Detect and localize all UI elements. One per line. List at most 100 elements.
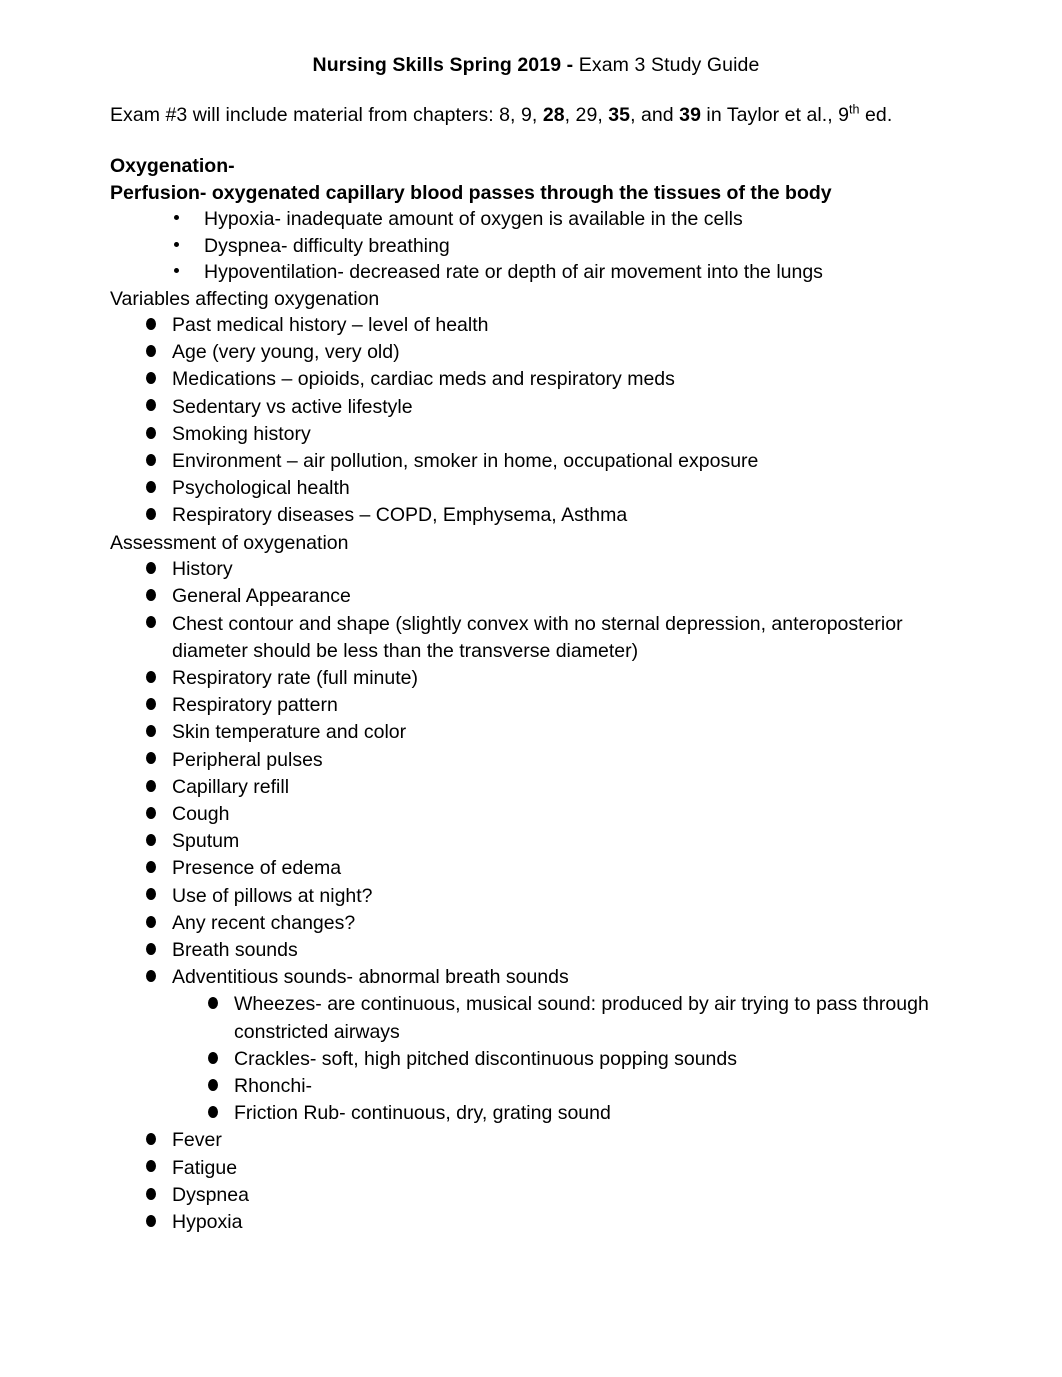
list-item-label: Use of pillows at night? bbox=[172, 884, 373, 907]
list-item-label: Hypoventilation- decreased rate or depth… bbox=[204, 261, 823, 283]
list-item: Respiratory diseases – COPD, Emphysema, … bbox=[110, 502, 962, 529]
list-item: Dyspnea- difficulty breathing bbox=[110, 233, 962, 260]
list-item-label: Peripheral pulses bbox=[172, 748, 323, 771]
list-item-label: Adventitious sounds- abnormal breath sou… bbox=[172, 966, 569, 989]
list-item: Respiratory rate (full minute) bbox=[110, 665, 962, 692]
round-bullet-icon bbox=[146, 1182, 156, 1209]
list-item-label: Environment – air pollution, smoker in h… bbox=[172, 450, 759, 473]
round-bullet-icon bbox=[208, 1073, 218, 1100]
list-item-label: Dyspnea- difficulty breathing bbox=[204, 234, 450, 257]
list-item-label: History bbox=[172, 558, 233, 581]
list-item-label: Breath sounds bbox=[172, 938, 298, 961]
list-item-label: Rhonchi- bbox=[234, 1074, 313, 1097]
list-item-label: Presence of edema bbox=[172, 857, 342, 880]
title-subject: Exam 3 Study Guide bbox=[578, 54, 760, 76]
list-item-label: General Appearance bbox=[172, 585, 351, 608]
list-item-label: Cough bbox=[172, 802, 230, 825]
heading-assessment: Assessment of oxygenation bbox=[110, 531, 349, 554]
round-bullet-icon bbox=[146, 475, 156, 502]
dot-bullet-icon bbox=[174, 233, 188, 260]
round-bullet-icon bbox=[146, 883, 156, 910]
round-bullet-icon bbox=[208, 1100, 218, 1127]
round-bullet-icon bbox=[146, 828, 156, 855]
page-title: Nursing Skills Spring 2019 - Exam 3 Stud… bbox=[110, 52, 962, 78]
list-item-label: Fever bbox=[172, 1129, 222, 1152]
title-course: Nursing Skills Spring 2019 - bbox=[312, 54, 579, 76]
round-bullet-icon bbox=[146, 801, 156, 828]
list-item-label: Friction Rub- continuous, dry, grating s… bbox=[234, 1102, 611, 1125]
list-item-label: Past medical history – level of health bbox=[172, 314, 489, 336]
variables-list: Past medical history – level of health A… bbox=[110, 312, 962, 530]
round-bullet-icon bbox=[208, 1046, 218, 1073]
round-bullet-icon bbox=[146, 312, 156, 339]
list-item: Capillary refill bbox=[110, 774, 962, 801]
list-item: Use of pillows at night? bbox=[110, 883, 962, 910]
round-bullet-icon bbox=[146, 1127, 156, 1154]
list-item-label: Chest contour and shape (slightly convex… bbox=[172, 612, 903, 662]
list-item-label: Hypoxia bbox=[172, 1211, 243, 1233]
list-item: Respiratory pattern bbox=[110, 692, 962, 719]
list-item: Hypoventilation- decreased rate or depth… bbox=[110, 259, 962, 286]
list-item: Presence of edema bbox=[110, 855, 962, 882]
definition-list: Hypoxia- inadequate amount of oxygen is … bbox=[110, 206, 962, 286]
adventitious-sounds-list: Wheezes- are continuous, musical sound: … bbox=[110, 991, 962, 1127]
symptoms-list: Fever Fatigue Dyspnea Hypoxia bbox=[110, 1127, 962, 1236]
round-bullet-icon bbox=[146, 421, 156, 448]
intro-part3: , and bbox=[630, 104, 680, 126]
round-bullet-icon bbox=[146, 855, 156, 882]
list-item: Sputum bbox=[110, 828, 962, 855]
round-bullet-icon bbox=[146, 937, 156, 964]
round-bullet-icon bbox=[146, 366, 156, 393]
list-item: Medications – opioids, cardiac meds and … bbox=[110, 366, 962, 393]
round-bullet-icon bbox=[146, 665, 156, 692]
list-item-label: Smoking history bbox=[172, 422, 311, 445]
list-item: Breath sounds bbox=[110, 937, 962, 964]
list-item: Friction Rub- continuous, dry, grating s… bbox=[110, 1100, 962, 1127]
round-bullet-icon bbox=[146, 1209, 156, 1236]
chapter-39: 39 bbox=[679, 104, 701, 126]
round-bullet-icon bbox=[146, 339, 156, 366]
edition-superscript: th bbox=[849, 102, 860, 117]
round-bullet-icon bbox=[146, 1155, 156, 1182]
list-item-label: Medications – opioids, cardiac meds and … bbox=[172, 368, 675, 391]
dot-bullet-icon bbox=[174, 259, 188, 286]
list-item: Crackles- soft, high pitched discontinuo… bbox=[110, 1046, 962, 1073]
list-item: Smoking history bbox=[110, 421, 962, 448]
list-item-label: Fatigue bbox=[172, 1156, 238, 1179]
list-item-label: Any recent changes? bbox=[172, 911, 356, 934]
round-bullet-icon bbox=[208, 991, 218, 1018]
list-item: Age (very young, very old) bbox=[110, 339, 962, 366]
round-bullet-icon bbox=[146, 692, 156, 719]
heading-variables: Variables affecting oxygenation bbox=[110, 287, 380, 310]
list-item-label: Psychological health bbox=[172, 477, 350, 500]
round-bullet-icon bbox=[146, 774, 156, 801]
list-item-label: Respiratory pattern bbox=[172, 694, 338, 717]
round-bullet-icon bbox=[146, 556, 156, 583]
list-item: Peripheral pulses bbox=[110, 747, 962, 774]
round-bullet-icon bbox=[146, 583, 156, 610]
heading-oxygenation: Oxygenation- bbox=[110, 155, 235, 177]
round-bullet-icon bbox=[146, 719, 156, 746]
list-item: Sedentary vs active lifestyle bbox=[110, 394, 962, 421]
list-item: Rhonchi- bbox=[110, 1073, 962, 1100]
chapter-35: 35 bbox=[608, 104, 631, 126]
list-item: Adventitious sounds- abnormal breath sou… bbox=[110, 964, 962, 991]
round-bullet-icon bbox=[146, 910, 156, 937]
round-bullet-icon bbox=[146, 964, 156, 991]
round-bullet-icon bbox=[146, 502, 156, 529]
list-item-label: Dyspnea bbox=[172, 1183, 249, 1206]
intro-part1: Exam #3 will include material from chapt… bbox=[110, 104, 543, 126]
heading-perfusion: Perfusion- oxygenated capillary blood pa… bbox=[110, 181, 832, 204]
list-item-label: Skin temperature and color bbox=[172, 721, 407, 744]
intro-part5: ed. bbox=[859, 104, 893, 126]
list-item: Psychological health bbox=[110, 475, 962, 502]
list-item: History bbox=[110, 556, 962, 583]
list-item-label: Age (very young, very old) bbox=[172, 341, 400, 364]
round-bullet-icon bbox=[146, 611, 156, 638]
list-item: Wheezes- are continuous, musical sound: … bbox=[110, 991, 962, 1045]
list-item: Past medical history – level of health bbox=[110, 312, 962, 339]
list-item: Any recent changes? bbox=[110, 910, 962, 937]
list-item: Chest contour and shape (slightly convex… bbox=[110, 611, 962, 665]
list-item-label: Sputum bbox=[172, 830, 240, 853]
round-bullet-icon bbox=[146, 448, 156, 475]
